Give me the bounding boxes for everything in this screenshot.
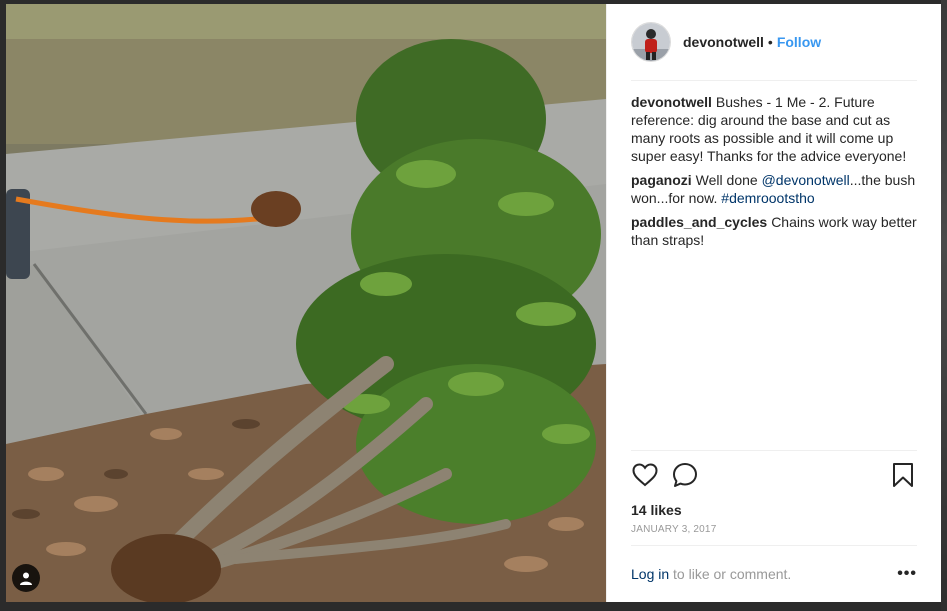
comment-username[interactable]: paganozi [631, 172, 692, 188]
comment-icon[interactable] [671, 461, 699, 489]
comment-item: paganozi Well done @devonotwell...the bus… [631, 171, 917, 207]
heart-icon[interactable] [631, 461, 659, 489]
comment-username[interactable]: devonotwell [631, 94, 712, 110]
hashtag-link[interactable]: #demroootstho [721, 190, 814, 206]
login-suffix: to like or comment. [669, 566, 792, 582]
user-tag-icon[interactable] [12, 564, 40, 592]
comment-caption: devonotwell Bushes - 1 Me - 2. Future ref… [631, 93, 917, 165]
action-bar [631, 450, 917, 499]
login-link[interactable]: Log in [631, 566, 669, 582]
page-backdrop [941, 0, 947, 611]
post-date: JANUARY 3, 2017 [631, 521, 917, 546]
post-modal: devonotwell • Follow devonotwell Bushes -… [6, 4, 941, 602]
likes-count[interactable]: 14 likes [631, 499, 917, 521]
avatar[interactable] [631, 22, 671, 62]
login-text: Log in to like or comment. [631, 566, 791, 582]
post-header: devonotwell • Follow [631, 4, 917, 81]
header-separator: • [767, 34, 773, 50]
more-options-button[interactable]: ••• [897, 565, 917, 583]
header-username[interactable]: devonotwell [683, 34, 764, 50]
follow-button[interactable]: Follow [777, 34, 821, 50]
comments-list: devonotwell Bushes - 1 Me - 2. Future ref… [607, 81, 941, 450]
login-prompt: Log in to like or comment. ••• [631, 546, 917, 602]
mention-link[interactable]: @devonotwell [762, 172, 850, 188]
comment-username[interactable]: paddles_and_cycles [631, 214, 767, 230]
post-photo[interactable] [6, 4, 606, 602]
bookmark-icon[interactable] [889, 461, 917, 489]
comment-text: Well done [695, 172, 762, 188]
bush-photo-illustration [6, 4, 606, 602]
comment-item: paddles_and_cycles Chains work way better… [631, 213, 917, 249]
post-sidebar: devonotwell • Follow devonotwell Bushes -… [606, 4, 941, 602]
